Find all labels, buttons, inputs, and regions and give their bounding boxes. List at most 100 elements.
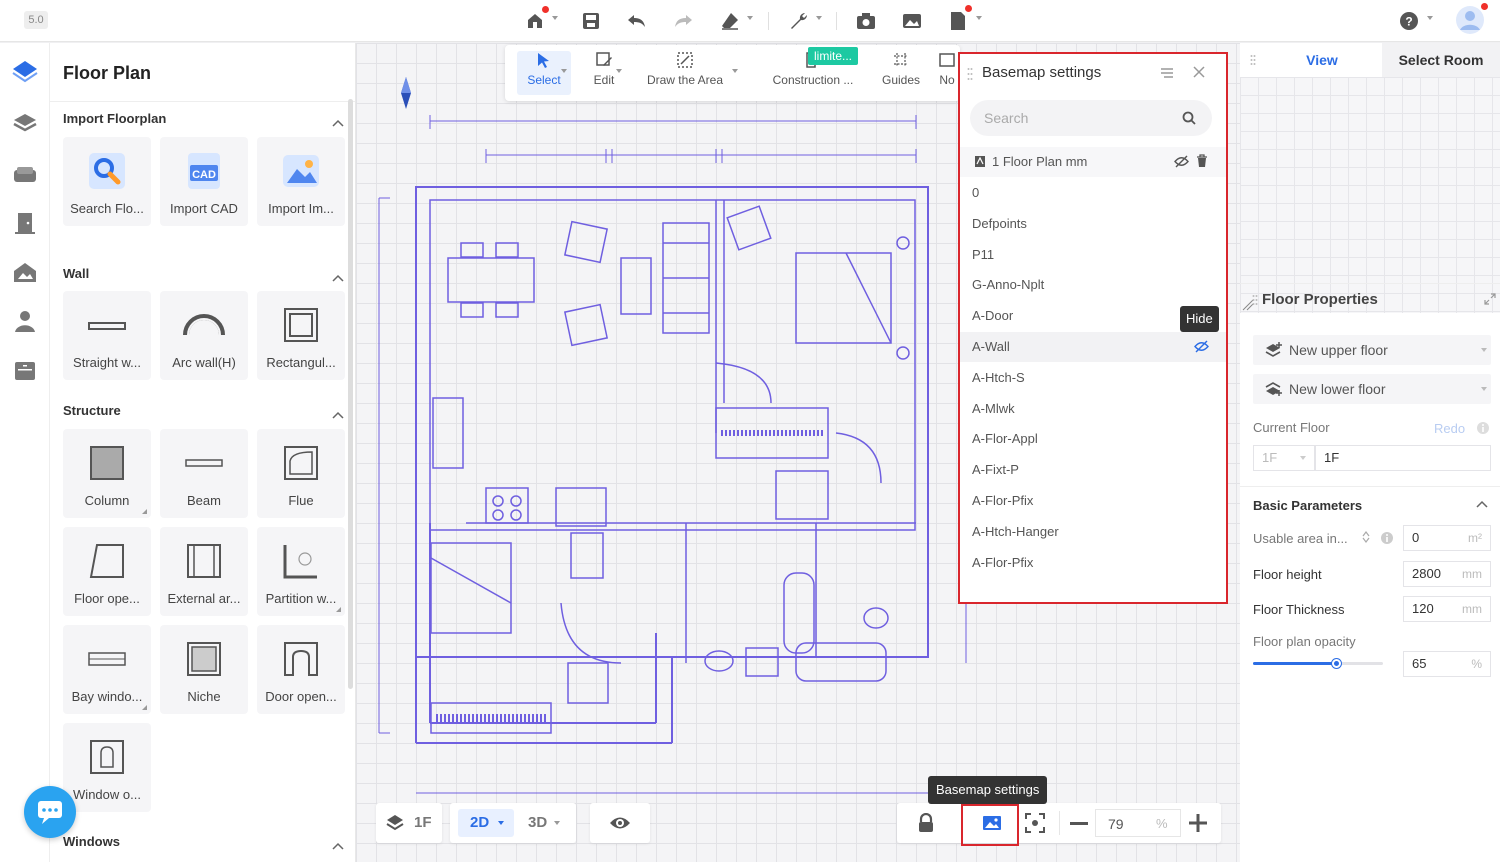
save-icon[interactable] [579,9,603,33]
door-icon[interactable] [11,209,39,237]
tile-search-floorplan[interactable]: Search Flo... [63,137,151,226]
floor-plan-basemap[interactable] [376,103,976,853]
cabinet-icon[interactable] [11,357,39,385]
layer-row[interactable]: 0 [960,178,1226,208]
lock-icon[interactable] [917,813,935,833]
layer-row[interactable]: P11 [960,240,1226,270]
close-icon[interactable] [1192,65,1206,79]
eye-off-icon[interactable] [1174,155,1189,168]
chevron-down-icon[interactable] [1481,348,1487,352]
floor-thickness-input[interactable]: 120 mm [1403,596,1491,622]
tile-door-opening[interactable]: Door open... [257,625,345,714]
chevron-down-icon[interactable] [1481,387,1487,391]
layer-row[interactable]: G-Anno-Nplt [960,270,1226,300]
tile-arc-wall[interactable]: Arc wall(H) [160,291,248,380]
tile-floor-opening[interactable]: Floor ope... [63,527,151,616]
opacity-slider[interactable] [1253,659,1383,668]
layer-row[interactable]: A-Fixt-P [960,455,1226,485]
visibility-button[interactable] [590,803,650,843]
chevron-down-icon[interactable] [747,16,753,20]
camera-icon[interactable] [854,9,878,33]
layer-row[interactable]: A-Flor-Pfix [960,486,1226,516]
new-lower-floor-button[interactable]: New lower floor [1253,374,1491,404]
user-icon[interactable] [11,307,39,335]
floor-height-input[interactable]: 2800 mm [1403,561,1491,587]
tile-partition-wall[interactable]: Partition w... [257,527,345,616]
draw-area-tool[interactable]: Draw the Area [640,51,730,95]
redo-link[interactable]: Redo [1434,421,1465,436]
tile-flue[interactable]: Flue [257,429,345,518]
drag-handle-icon[interactable] [967,67,973,81]
tile-niche[interactable]: Niche [160,625,248,714]
chevron-down-icon[interactable] [616,69,622,73]
chevron-down-icon[interactable] [552,16,558,20]
image-icon[interactable] [900,9,924,33]
drag-handle-icon[interactable] [1250,54,1256,66]
undo-icon[interactable] [625,9,649,33]
info-icon[interactable] [1476,421,1490,435]
sort-icon[interactable] [1362,531,1370,543]
basemap-file-row[interactable]: 1 Floor Plan mm [960,147,1226,177]
floor-switcher[interactable]: 1F [376,803,442,843]
section-wall[interactable]: Wall [63,266,89,281]
help-icon[interactable]: ? [1397,9,1421,33]
focus-icon[interactable] [1025,813,1045,833]
avatar[interactable] [1455,5,1485,35]
search-input[interactable] [970,100,1212,136]
layer-row[interactable]: A-Mlwk [960,394,1226,424]
chevron-down-icon[interactable] [816,16,822,20]
mode-3d-button[interactable]: 3D [520,809,568,837]
3d-preview[interactable] [1240,77,1500,313]
chevron-down-icon[interactable] [561,69,567,73]
tile-import-cad[interactable]: CAD Import CAD [160,137,248,226]
section-structure[interactable]: Structure [63,403,121,418]
layer-row[interactable]: A-Flor-Pfix [960,548,1226,578]
tab-view[interactable]: View [1262,43,1382,77]
layer-row[interactable]: A-Htch-Hanger [960,517,1226,547]
tile-straight-wall[interactable]: Straight w... [63,291,151,380]
tile-import-image[interactable]: Import Im... [257,137,345,226]
chevron-up-icon[interactable] [1476,500,1488,508]
chevron-up-icon[interactable] [332,115,344,127]
wrench-icon[interactable] [787,9,811,33]
expand-icon[interactable] [1484,293,1496,305]
document-icon[interactable] [946,9,970,33]
chevron-up-icon[interactable] [332,407,344,419]
layer-row[interactable]: Defpoints [960,209,1226,239]
chevron-down-icon[interactable] [976,16,982,20]
tile-window-opening[interactable]: Window o... [63,723,151,812]
drag-handle-icon[interactable] [1252,294,1258,306]
mode-2d-button[interactable]: 2D [458,809,514,837]
edit-tool[interactable]: Edit [580,51,628,95]
eraser-icon[interactable] [718,9,742,33]
layer-row[interactable]: A-Htch-S [960,363,1226,393]
chevron-up-icon[interactable] [332,838,344,850]
collapse-icon[interactable] [1160,66,1174,80]
eye-off-icon[interactable] [1194,340,1209,353]
tile-beam[interactable]: Beam [160,429,248,518]
floor-name-input[interactable]: 1F [1315,445,1491,471]
floor-select[interactable]: 1F [1253,445,1315,471]
slider-handle[interactable] [1331,659,1341,668]
trash-icon[interactable] [1196,154,1208,168]
tile-bay-window[interactable]: Bay windo... [63,625,151,714]
zoom-input[interactable]: 79 % [1095,809,1181,837]
info-icon[interactable] [1380,531,1394,545]
chevron-up-icon[interactable] [332,270,344,282]
search-icon[interactable] [1182,111,1196,125]
layers-icon[interactable] [11,109,39,137]
opacity-input[interactable]: 65 % [1403,651,1491,677]
new-upper-floor-button[interactable]: New upper floor [1253,335,1491,365]
usable-area-input[interactable]: 0 m² [1403,525,1491,551]
layer-row[interactable]: A-Flor-Appl [960,424,1226,454]
zoom-out-icon[interactable] [1070,822,1088,825]
layer-row[interactable]: A-Wall [960,332,1226,362]
landscape-icon[interactable] [11,259,39,287]
tile-column[interactable]: Column [63,429,151,518]
select-tool[interactable]: Select [517,51,571,95]
chevron-down-icon[interactable] [732,69,738,73]
floor-plan-icon[interactable] [11,57,39,85]
redo-icon[interactable] [671,9,695,33]
no-tool[interactable]: No [937,51,957,95]
tile-rectangular-wall[interactable]: Rectangul... [257,291,345,380]
